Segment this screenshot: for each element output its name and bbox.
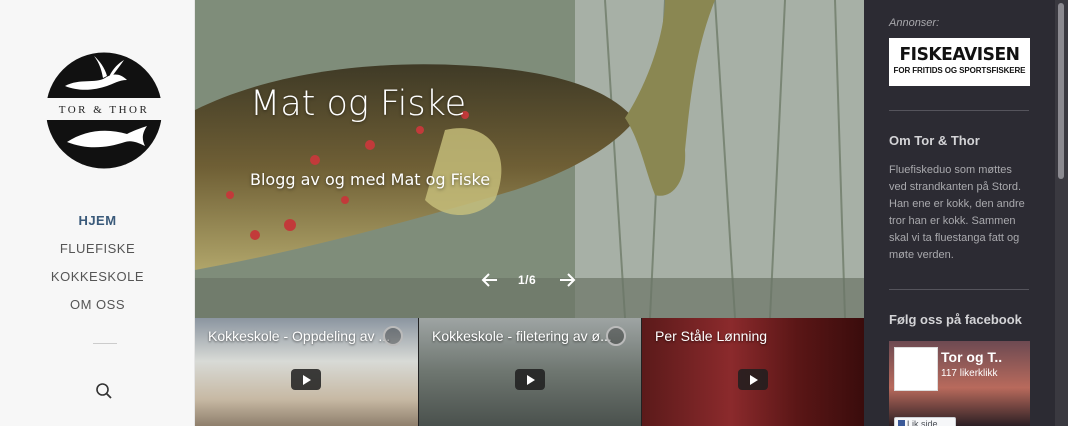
hero-title: Mat og Fiske — [250, 84, 467, 124]
facebook-likes: 117 likerklikk — [941, 368, 998, 379]
scrollbar[interactable] — [1055, 0, 1068, 426]
nav-item-om-oss[interactable]: OM OSS — [0, 296, 195, 324]
channel-icon[interactable] — [383, 326, 403, 346]
nav-item-fluefiske[interactable]: FLUEFISKE — [0, 240, 195, 268]
video-title: Kokkeskole - filetering av ø... — [432, 328, 612, 344]
hero-slider[interactable]: Mat og Fiske Blogg av og med Mat og Fisk… — [195, 0, 864, 318]
channel-icon[interactable] — [606, 326, 626, 346]
video-card[interactable]: Per Ståle Lønning — [641, 318, 864, 426]
facebook-heading: Følg oss på facebook — [889, 312, 1022, 327]
right-sidebar: Annonser: FISKEAVISEN FOR FRITIDS OG SPO… — [864, 0, 1055, 426]
about-heading: Om Tor & Thor — [889, 133, 980, 148]
svg-text:TOR & THOR: TOR & THOR — [59, 104, 150, 116]
facebook-like-button[interactable]: Lik side — [894, 417, 956, 426]
video-row: Kokkeskole - Oppdeling av ... Kokkeskole… — [195, 318, 864, 426]
slider-controls: 1/6 — [480, 271, 580, 291]
video-card[interactable]: Kokkeskole - Oppdeling av ... — [195, 318, 418, 426]
nav-item-hjem[interactable]: HJEM — [0, 212, 195, 240]
hero-subtitle: Blogg av og med Mat og Fiske — [250, 170, 491, 189]
facebook-avatar[interactable] — [894, 347, 938, 391]
slide-counter: 1/6 — [518, 273, 537, 287]
nav-item-kokkeskole[interactable]: KOKKESKOLE — [0, 268, 195, 296]
video-title: Per Ståle Lønning — [655, 328, 768, 344]
play-icon[interactable] — [291, 369, 321, 390]
scrollbar-thumb[interactable] — [1058, 3, 1064, 179]
about-text: Fluefiskeduo som møttes ved strandkanten… — [889, 164, 1025, 261]
facebook-widget[interactable]: Tor og T.. 117 likerklikk Lik side — [889, 341, 1030, 426]
ad-label: Annonser: — [889, 17, 940, 29]
arrow-right-icon[interactable] — [557, 271, 577, 289]
sidebar-divider — [889, 289, 1029, 290]
ad-tagline: FOR FRITIDS OG SPORTSFISKERE — [893, 66, 1026, 75]
play-icon[interactable] — [738, 369, 768, 390]
nav-divider — [93, 343, 117, 344]
video-title: Kokkeskole - Oppdeling av ... — [208, 328, 391, 344]
facebook-page-name[interactable]: Tor og T.. — [941, 349, 1002, 365]
play-icon[interactable] — [515, 369, 545, 390]
video-card[interactable]: Kokkeskole - filetering av ø... — [418, 318, 641, 426]
ad-banner[interactable]: FISKEAVISEN FOR FRITIDS OG SPORTSFISKERE — [889, 38, 1030, 86]
search-icon[interactable] — [94, 381, 114, 401]
sidebar-divider — [889, 110, 1029, 111]
ad-title: FISKEAVISEN — [899, 44, 1020, 65]
arrow-left-icon[interactable] — [480, 271, 500, 289]
left-sidebar: TOR & THOR HJEM FLUEFISKE KOKKESKOLE OM … — [0, 0, 195, 426]
main-nav: HJEM FLUEFISKE KOKKESKOLE OM OSS — [0, 212, 195, 324]
tor-thor-logo[interactable]: TOR & THOR — [45, 50, 163, 171]
